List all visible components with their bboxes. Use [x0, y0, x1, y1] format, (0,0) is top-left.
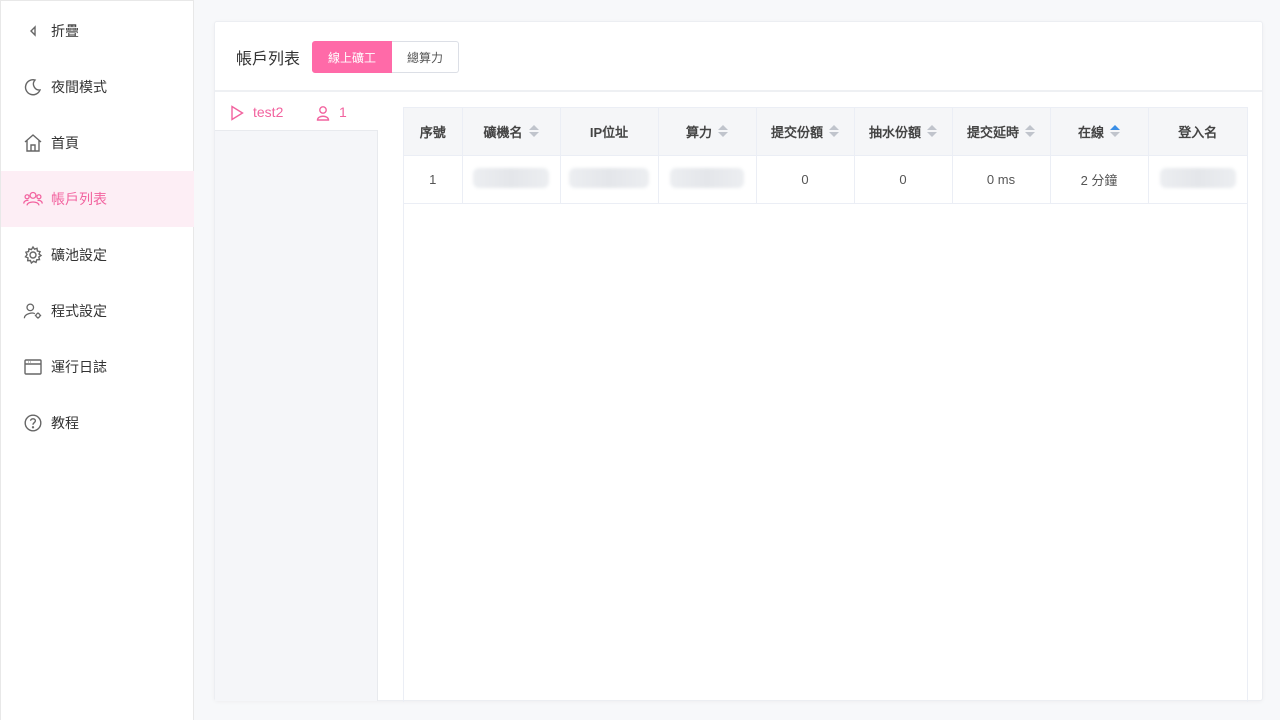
- redacted-ip: [569, 167, 649, 188]
- chevron-left-icon: [23, 21, 43, 41]
- col-index: 序號: [404, 108, 463, 156]
- cell-fee-shares: 0: [854, 155, 953, 204]
- sidebar-item-collapse[interactable]: 折疊: [1, 3, 194, 59]
- sort-icon[interactable]: [528, 125, 539, 138]
- redacted-hashrate: [670, 167, 744, 188]
- cell-login: [1148, 155, 1247, 204]
- sidebar-item-label: 程式設定: [51, 303, 107, 319]
- home-icon: [23, 133, 43, 153]
- sidebar-item-label: 帳戶列表: [51, 191, 107, 207]
- cell-miner-name: [462, 155, 561, 204]
- miners-table: 序號 礦機名 IP位址 算力 提交份額 抽水份額 提交延時 在線 登入名 1 0…: [403, 107, 1248, 702]
- cell-hashrate: [658, 155, 757, 204]
- sidebar-item-program-settings[interactable]: 程式設定: [1, 283, 194, 339]
- sort-icon[interactable]: [718, 125, 728, 138]
- cell-index: 1: [404, 155, 463, 204]
- col-hashrate[interactable]: 算力: [658, 108, 757, 156]
- sidebar-item-label: 折疊: [51, 23, 79, 39]
- moon-icon: [23, 77, 43, 97]
- col-login-name: 登入名: [1148, 108, 1247, 156]
- play-icon: [231, 105, 244, 121]
- users-icon: [23, 189, 43, 209]
- user-icon: [316, 106, 330, 121]
- col-miner-name[interactable]: 礦機名: [462, 108, 561, 156]
- sidebar-item-label: 首頁: [51, 135, 79, 151]
- sort-icon[interactable]: [927, 125, 937, 138]
- account-count: 1: [339, 104, 347, 120]
- gear-icon: [23, 245, 43, 265]
- account-panel: test2 1: [215, 94, 378, 701]
- redacted-login: [1159, 167, 1236, 188]
- cell-online: 2 分鐘: [1050, 155, 1149, 204]
- table-header-row: 序號 礦機名 IP位址 算力 提交份額 抽水份額 提交延時 在線 登入名: [404, 108, 1247, 156]
- sidebar-item-home[interactable]: 首頁: [1, 115, 194, 171]
- sidebar-item-tutorial[interactable]: 教程: [1, 395, 194, 451]
- question-icon: [23, 413, 43, 433]
- card-header: 帳戶列表 線上礦工 總算力: [215, 22, 1262, 92]
- window-icon: [23, 357, 43, 377]
- tab-online-miners[interactable]: 線上礦工: [312, 41, 393, 73]
- sort-icon-active[interactable]: [1110, 125, 1120, 138]
- sidebar-item-label: 礦池設定: [51, 247, 107, 263]
- table-row[interactable]: 1 0 0 0 ms 2 分鐘: [404, 155, 1247, 204]
- account-name: test2: [253, 104, 284, 120]
- redacted-miner-name: [473, 167, 549, 188]
- tab-total-hashrate[interactable]: 總算力: [392, 41, 460, 73]
- user-gear-icon: [23, 301, 43, 321]
- cell-shares: 0: [756, 155, 855, 204]
- col-submitted-shares[interactable]: 提交份額: [756, 108, 855, 156]
- sidebar-item-run-log[interactable]: 運行日誌: [1, 339, 194, 395]
- sidebar-item-account-list[interactable]: 帳戶列表: [1, 171, 194, 227]
- col-submit-latency[interactable]: 提交延時: [952, 108, 1051, 156]
- account-list-card: 帳戶列表 線上礦工 總算力 test2 1 序號 礦機名 IP位址 算力 提交份…: [214, 21, 1263, 702]
- sidebar-item-label: 運行日誌: [51, 359, 107, 375]
- col-fee-shares[interactable]: 抽水份額: [854, 108, 953, 156]
- account-item[interactable]: test2 1: [215, 94, 378, 131]
- col-ip-address: IP位址: [560, 108, 659, 156]
- sidebar-item-pool-settings[interactable]: 礦池設定: [1, 227, 194, 283]
- sidebar-item-label: 教程: [51, 415, 79, 431]
- view-tabs: 線上礦工 總算力: [312, 41, 460, 73]
- sidebar: 折疊 夜間模式 首頁 帳戶列表 礦池設定 程式設定 運行日誌 教程: [0, 0, 194, 720]
- page-title: 帳戶列表: [236, 51, 301, 68]
- sort-icon[interactable]: [1025, 125, 1035, 138]
- sidebar-item-label: 夜間模式: [51, 79, 107, 95]
- sidebar-item-night-mode[interactable]: 夜間模式: [1, 59, 194, 115]
- col-online[interactable]: 在線: [1050, 108, 1149, 156]
- cell-ip: [560, 155, 659, 204]
- sort-icon[interactable]: [829, 125, 839, 138]
- cell-latency: 0 ms: [952, 155, 1051, 204]
